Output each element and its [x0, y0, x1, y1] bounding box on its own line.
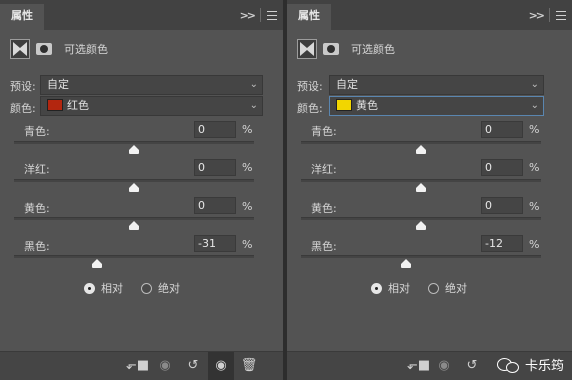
- preset-select[interactable]: 自定 ⌄: [329, 75, 544, 95]
- radio-absolute-label: 绝对: [158, 282, 180, 295]
- black-label: 黑色:: [311, 240, 337, 253]
- panel-tabbar: 属性 >>: [0, 0, 283, 30]
- chevron-down-icon: ⌄: [530, 79, 539, 90]
- delete-icon[interactable]: 🗑: [240, 358, 258, 374]
- chevron-down-icon: ⌄: [249, 100, 258, 111]
- view-previous-state-icon[interactable]: ◉: [156, 358, 174, 374]
- yellow-unit: %: [529, 200, 540, 213]
- properties-panel-right: 属性 >> 可选颜色 预设: 自定 ⌄ 颜色: 黄色 ⌄ 青色: 0 % 洋红:…: [287, 0, 572, 380]
- chevron-down-icon: ⌄: [249, 79, 258, 90]
- magenta-slider[interactable]: [14, 179, 254, 182]
- cyan-unit: %: [529, 123, 540, 136]
- visibility-icon[interactable]: ◉: [208, 352, 234, 380]
- watermark: 卡乐筠: [496, 355, 564, 374]
- yellow-slider[interactable]: [301, 217, 541, 220]
- collapse-panel-icon[interactable]: >>: [240, 9, 257, 22]
- collapse-panel-icon[interactable]: >>: [529, 9, 546, 22]
- adjustment-title: 可选颜色: [351, 43, 395, 56]
- magenta-value-field[interactable]: 0: [194, 159, 236, 176]
- color-label: 颜色:: [297, 102, 323, 115]
- color-value: 红色: [67, 99, 89, 112]
- preset-label: 预设:: [297, 80, 323, 93]
- panel-footer: ⬐■ ◉ ↺ 卡乐筠: [287, 351, 572, 380]
- color-swatch: [336, 99, 352, 111]
- adjustment-title: 可选颜色: [64, 43, 108, 56]
- clip-to-layer-icon[interactable]: ⬐■: [407, 358, 430, 374]
- color-select[interactable]: 红色 ⌄: [40, 96, 263, 116]
- yellow-label: 黄色:: [311, 202, 337, 215]
- preset-select[interactable]: 自定 ⌄: [40, 75, 263, 95]
- radio-relative-label: 相对: [388, 282, 410, 295]
- magenta-label: 洋红:: [311, 163, 337, 176]
- black-unit: %: [529, 238, 540, 251]
- radio-absolute-dot[interactable]: [428, 282, 439, 294]
- mode-radio-group: 相对 绝对: [371, 280, 467, 296]
- cyan-slider[interactable]: [14, 141, 254, 144]
- wechat-logo-icon: [496, 356, 519, 374]
- radio-relative-dot[interactable]: [84, 282, 95, 294]
- radio-relative-dot[interactable]: [371, 282, 382, 294]
- cyan-slider[interactable]: [301, 141, 541, 144]
- cyan-value-field[interactable]: 0: [481, 121, 523, 138]
- black-slider[interactable]: [14, 255, 254, 258]
- divider: [549, 8, 550, 22]
- layer-mask-icon[interactable]: [34, 39, 54, 59]
- clip-to-layer-icon[interactable]: ⬐■: [126, 358, 149, 374]
- panel-menu-icon[interactable]: [267, 10, 277, 20]
- divider: [260, 8, 261, 22]
- black-label: 黑色:: [24, 240, 50, 253]
- magenta-value-field[interactable]: 0: [481, 159, 523, 176]
- cyan-label: 青色:: [311, 125, 337, 138]
- radio-absolute[interactable]: 绝对: [428, 280, 467, 296]
- magenta-unit: %: [529, 161, 540, 174]
- color-select[interactable]: 黄色 ⌄: [329, 96, 544, 116]
- tab-properties[interactable]: 属性: [0, 4, 44, 30]
- view-previous-state-icon[interactable]: ◉: [435, 358, 453, 374]
- cyan-unit: %: [242, 123, 253, 136]
- preset-label: 预设:: [10, 80, 36, 93]
- black-value-field[interactable]: -12: [481, 235, 523, 252]
- radio-relative[interactable]: 相对: [84, 280, 123, 296]
- properties-header: 可选颜色: [297, 38, 395, 60]
- radio-absolute[interactable]: 绝对: [141, 280, 180, 296]
- properties-header: 可选颜色: [10, 38, 108, 60]
- black-slider[interactable]: [301, 255, 541, 258]
- color-swatch: [47, 99, 63, 111]
- yellow-value-field[interactable]: 0: [194, 197, 236, 214]
- properties-panel-left: 属性 >> 可选颜色 预设: 自定 ⌄ 颜色: 红色 ⌄ 青色: 0 % 洋红:…: [0, 0, 283, 380]
- cyan-label: 青色:: [24, 125, 50, 138]
- panel-menu-icon[interactable]: [556, 10, 566, 20]
- yellow-value-field[interactable]: 0: [481, 197, 523, 214]
- radio-relative-label: 相对: [101, 282, 123, 295]
- magenta-unit: %: [242, 161, 253, 174]
- watermark-text: 卡乐筠: [524, 359, 564, 374]
- radio-absolute-label: 绝对: [445, 282, 467, 295]
- magenta-slider[interactable]: [301, 179, 541, 182]
- radio-relative[interactable]: 相对: [371, 280, 410, 296]
- radio-absolute-dot[interactable]: [141, 282, 152, 294]
- magenta-label: 洋红:: [24, 163, 50, 176]
- yellow-unit: %: [242, 200, 253, 213]
- chevron-down-icon: ⌄: [530, 100, 539, 111]
- preset-value: 自定: [336, 78, 358, 91]
- reset-icon[interactable]: ↺: [184, 358, 202, 374]
- panel-tabbar: 属性 >>: [287, 0, 572, 30]
- panel-footer: ⬐■ ◉ ↺ ◉ 🗑: [0, 351, 283, 380]
- black-unit: %: [242, 238, 253, 251]
- yellow-slider[interactable]: [14, 217, 254, 220]
- color-value: 黄色: [356, 99, 378, 112]
- adjustment-icon[interactable]: [297, 39, 317, 59]
- preset-value: 自定: [47, 78, 69, 91]
- reset-icon[interactable]: ↺: [463, 358, 481, 374]
- layer-mask-icon[interactable]: [321, 39, 341, 59]
- black-value-field[interactable]: -31: [194, 235, 236, 252]
- cyan-value-field[interactable]: 0: [194, 121, 236, 138]
- mode-radio-group: 相对 绝对: [84, 280, 180, 296]
- adjustment-icon[interactable]: [10, 39, 30, 59]
- color-label: 颜色:: [10, 102, 36, 115]
- tab-properties[interactable]: 属性: [287, 4, 331, 30]
- yellow-label: 黄色:: [24, 202, 50, 215]
